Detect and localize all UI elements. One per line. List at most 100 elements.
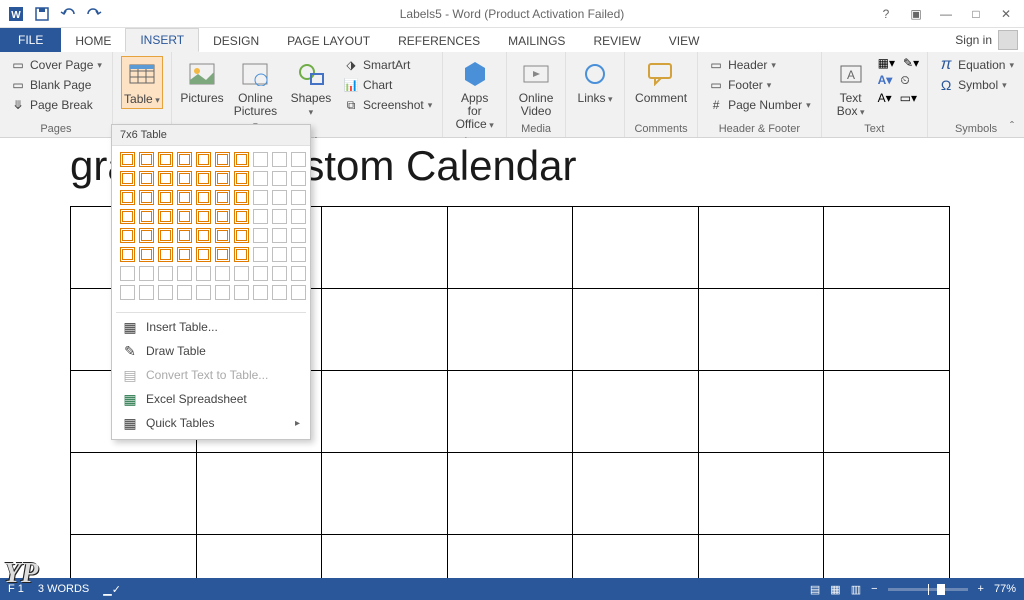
close-icon[interactable]: ✕	[996, 7, 1016, 21]
help-icon[interactable]: ?	[876, 7, 896, 21]
signature-icon[interactable]: ✎▾	[903, 56, 919, 70]
web-layout-icon[interactable]: ▥	[851, 583, 861, 596]
tab-file[interactable]: FILE	[0, 28, 61, 52]
word-count[interactable]: 3 WORDS	[38, 583, 89, 595]
grid-cell[interactable]	[215, 247, 230, 262]
grid-cell[interactable]	[196, 266, 211, 281]
grid-cell[interactable]	[291, 152, 306, 167]
grid-cell[interactable]	[120, 190, 135, 205]
grid-cell[interactable]	[234, 171, 249, 186]
calendar-cell[interactable]	[447, 289, 573, 371]
zoom-in-icon[interactable]: +	[978, 583, 984, 595]
grid-cell[interactable]	[177, 247, 192, 262]
grid-cell[interactable]	[177, 190, 192, 205]
grid-cell[interactable]	[158, 171, 173, 186]
grid-cell[interactable]	[120, 228, 135, 243]
grid-cell[interactable]	[139, 171, 154, 186]
quick-parts-icon[interactable]: ▦▾	[878, 56, 895, 70]
grid-cell[interactable]	[215, 266, 230, 281]
zoom-out-icon[interactable]: −	[871, 583, 877, 595]
grid-cell[interactable]	[291, 190, 306, 205]
tab-references[interactable]: REFERENCES	[384, 30, 494, 52]
shapes-button[interactable]: Shapes	[287, 56, 335, 134]
grid-cell[interactable]	[272, 247, 287, 262]
tab-mailings[interactable]: MAILINGS	[494, 30, 579, 52]
grid-cell[interactable]	[139, 247, 154, 262]
tab-page-layout[interactable]: PAGE LAYOUT	[273, 30, 384, 52]
calendar-cell[interactable]	[447, 453, 573, 535]
collapse-ribbon-icon[interactable]: ˆ	[1010, 119, 1014, 133]
grid-cell[interactable]	[234, 190, 249, 205]
proofing-icon[interactable]: ▁✓	[103, 583, 121, 596]
calendar-cell[interactable]	[698, 371, 824, 453]
undo-icon[interactable]	[56, 2, 80, 26]
calendar-cell[interactable]	[447, 371, 573, 453]
calendar-cell[interactable]	[698, 453, 824, 535]
calendar-cell[interactable]	[71, 535, 197, 579]
links-button[interactable]: Links	[574, 56, 616, 107]
grid-cell[interactable]	[120, 171, 135, 186]
calendar-cell[interactable]	[447, 207, 573, 289]
grid-cell[interactable]	[158, 228, 173, 243]
grid-cell[interactable]	[253, 228, 268, 243]
insert-table-item[interactable]: ▦Insert Table...	[112, 315, 310, 339]
grid-cell[interactable]	[253, 285, 268, 300]
calendar-cell[interactable]	[71, 453, 197, 535]
calendar-cell[interactable]	[573, 535, 699, 579]
zoom-slider[interactable]	[888, 588, 968, 591]
grid-cell[interactable]	[196, 228, 211, 243]
online-video-button[interactable]: Online Video	[515, 56, 557, 120]
object-icon[interactable]: ▭▾	[900, 91, 917, 105]
table-grid-picker[interactable]	[112, 146, 310, 310]
grid-cell[interactable]	[253, 266, 268, 281]
read-mode-icon[interactable]: ▤	[810, 583, 820, 596]
calendar-cell[interactable]	[322, 453, 448, 535]
footer-button[interactable]: ▭Footer	[706, 76, 773, 94]
smartart-button[interactable]: ⬗SmartArt	[341, 56, 412, 74]
chart-button[interactable]: 📊Chart	[341, 76, 394, 94]
grid-cell[interactable]	[253, 152, 268, 167]
calendar-cell[interactable]	[447, 535, 573, 579]
equation-button[interactable]: πEquation	[936, 56, 1016, 74]
calendar-cell[interactable]	[824, 371, 950, 453]
grid-cell[interactable]	[120, 247, 135, 262]
grid-cell[interactable]	[177, 171, 192, 186]
drop-cap-icon[interactable]: A▾	[878, 91, 892, 105]
calendar-cell[interactable]	[573, 371, 699, 453]
save-icon[interactable]	[30, 2, 54, 26]
calendar-cell[interactable]	[698, 535, 824, 579]
grid-cell[interactable]	[139, 190, 154, 205]
calendar-cell[interactable]	[698, 207, 824, 289]
grid-cell[interactable]	[291, 228, 306, 243]
grid-cell[interactable]	[158, 209, 173, 224]
grid-cell[interactable]	[158, 152, 173, 167]
grid-cell[interactable]	[234, 152, 249, 167]
tab-design[interactable]: DESIGN	[199, 30, 273, 52]
date-time-icon[interactable]: ⏲	[900, 73, 909, 88]
grid-cell[interactable]	[291, 247, 306, 262]
grid-cell[interactable]	[215, 190, 230, 205]
grid-cell[interactable]	[291, 285, 306, 300]
grid-cell[interactable]	[272, 228, 287, 243]
quick-tables-item[interactable]: ▦Quick Tables▸	[112, 411, 310, 435]
grid-cell[interactable]	[215, 152, 230, 167]
calendar-cell[interactable]	[824, 207, 950, 289]
grid-cell[interactable]	[291, 266, 306, 281]
grid-cell[interactable]	[272, 171, 287, 186]
grid-cell[interactable]	[291, 209, 306, 224]
grid-cell[interactable]	[272, 266, 287, 281]
screenshot-button[interactable]: ⧉Screenshot	[341, 96, 434, 114]
grid-cell[interactable]	[158, 190, 173, 205]
grid-cell[interactable]	[253, 190, 268, 205]
page-break-button[interactable]: ⤋Page Break	[8, 96, 95, 114]
header-button[interactable]: ▭Header	[706, 56, 778, 74]
grid-cell[interactable]	[272, 209, 287, 224]
grid-cell[interactable]	[177, 266, 192, 281]
tab-view[interactable]: VIEW	[655, 30, 714, 52]
grid-cell[interactable]	[120, 209, 135, 224]
calendar-cell[interactable]	[824, 535, 950, 579]
grid-cell[interactable]	[215, 171, 230, 186]
grid-cell[interactable]	[177, 228, 192, 243]
zoom-level[interactable]: 77%	[994, 583, 1016, 595]
tab-home[interactable]: HOME	[61, 30, 125, 52]
